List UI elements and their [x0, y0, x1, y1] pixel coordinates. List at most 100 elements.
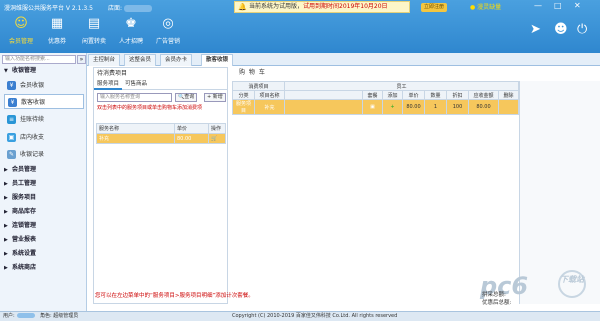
group-settings[interactable]: ▶ 系统设置 [0, 249, 86, 259]
cart-col-amount: 应收金额 [468, 90, 499, 100]
app-title: 漫洞维服公共服务平台 V 2.1.3.5 [4, 5, 93, 12]
query-button[interactable]: 🔍查询 [175, 93, 198, 102]
expand-icon: ▶ [4, 167, 8, 173]
bottom-hint: 您可以在左边菜单中的“服务项目>服务项目明细”添加计次套餐。 [95, 293, 254, 299]
consume-panel: 待消费项目 服务项目 可售商品 输入服务名称查询 🔍查询 + 新增 双击列表中的服… [93, 67, 228, 304]
target-icon: ◎ [162, 16, 174, 31]
nav-coupon[interactable]: ▦ 优惠券 [38, 14, 76, 45]
cart-title: 购 物 车 [239, 69, 266, 76]
group-member[interactable]: ▶ 会员管理 [0, 165, 86, 175]
cart-col-emp [284, 90, 363, 100]
status-role: 角色: 超级管理员 [40, 313, 79, 319]
sidebar-item-income[interactable]: ▣ 店内收支 [4, 130, 84, 145]
expand-icon: ▶ [4, 251, 8, 257]
status-bar: 用户: 角色: 超级管理员 Copyright (C) 2010-2019 百家… [0, 311, 600, 321]
minimize-button[interactable]: — [534, 1, 542, 10]
clip-icon: ≡ [7, 115, 16, 124]
cart-col-name: 项目名称 [254, 90, 285, 100]
user-name[interactable]: ● 漫灵缺量 [470, 2, 501, 11]
cart-col-add: 添加 [382, 90, 403, 100]
cart-col-pkg: 套餐 [362, 90, 383, 100]
sale-icon: ▤ [87, 16, 101, 31]
sidebar: 输入功能名称搜索... » ▼ 收银管理 ¥ 会员收银 ¥ 散客收银 ≡ 挂账待续 ▣ 店… [0, 53, 87, 311]
cart-col-qty: 数量 [424, 90, 447, 100]
group-service[interactable]: ▶ 服务项目 [0, 193, 86, 203]
store-label[interactable]: 店面: [108, 3, 153, 12]
collapse-icon: ▼ [4, 68, 8, 74]
group-chain[interactable]: ▶ 连锁管理 [0, 221, 86, 231]
add-button[interactable]: + 新增 [204, 93, 226, 102]
close-button[interactable]: ✕ [574, 1, 581, 10]
cart-col-del: 删除 [498, 90, 519, 100]
coupon-icon: ▦ [50, 16, 64, 31]
service-table: 服务名称 单价 操作 补充 80.00 🛒 [96, 123, 226, 144]
user-icon[interactable]: ☻ [554, 22, 568, 37]
sidebar-item-pending[interactable]: ≡ 挂账待续 [4, 112, 84, 127]
group-report[interactable]: ▶ 营业报表 [0, 235, 86, 245]
cart-side-panel [519, 81, 600, 304]
trial-notice: 🔔 当前系统为试用版，试用到期时间2019年10月20日 立即注册 [234, 1, 447, 13]
add-icon[interactable]: + [382, 99, 403, 115]
wallet-icon: ▣ [7, 133, 16, 142]
group-staff[interactable]: ▶ 员工管理 [0, 179, 86, 189]
tab-service[interactable]: 服务项目 [94, 79, 123, 90]
tab-guest-cashier[interactable]: 散客收银 [201, 54, 234, 66]
tab-console[interactable]: 主控制台 [88, 54, 121, 66]
status-copyright: Copyright (C) 2010-2019 百家佳又伟科技 Co.Ltd. … [232, 313, 398, 319]
expand-icon: ▶ [4, 237, 8, 243]
cart-panel: 购 物 车 消费项目 员工 分类 项目名称 套餐 添加 单价 数量 折扣 应收金额 删除 服务项目… [232, 67, 600, 304]
tab-card[interactable]: 会员办卡 [160, 54, 193, 66]
header-bar: 漫洞维服公共服务平台 V 2.1.3.5 店面: 🔔 当前系统为试用版，试用到期时… [0, 0, 600, 53]
sidebar-item-records[interactable]: ✎ 收银记录 [4, 147, 84, 162]
col-price: 单价 [174, 123, 209, 134]
nav-ads[interactable]: ◎ 广告营销 [149, 14, 187, 45]
sidebar-item-member-cashier[interactable]: ¥ 会员收银 [4, 78, 84, 93]
nav-recruit[interactable]: ♚ 人才招聘 [112, 14, 150, 45]
member-icon: ☺ [14, 16, 28, 31]
tab-goods[interactable]: 可售商品 [122, 79, 150, 90]
cart-col-discount: 折扣 [446, 90, 469, 100]
cart-icon[interactable]: 🛒 [208, 133, 226, 144]
expand-icon: ▶ [4, 265, 8, 271]
search-go-button[interactable]: » [77, 55, 86, 64]
cart-col-price: 单价 [402, 90, 425, 100]
send-icon[interactable]: ➤ [530, 22, 541, 37]
expand-icon: ▶ [4, 195, 8, 201]
col-name: 服务名称 [96, 123, 175, 134]
cashier-icon: ¥ [7, 81, 16, 90]
cart-table: 消费项目 员工 分类 项目名称 套餐 添加 单价 数量 折扣 应收金额 删除 服务项目 补充 ▣ +80… [232, 81, 519, 115]
power-icon[interactable]: ⏻ [577, 22, 587, 37]
tab-strip: 主控制台 这整会员 会员办卡 散客收银 [87, 53, 600, 66]
group-store[interactable]: ▶ 系统商店 [0, 263, 86, 273]
group-stock[interactable]: ▶ 商品库存 [0, 207, 86, 217]
cashier-icon: ¥ [8, 98, 17, 107]
cart-col-cat: 分类 [232, 90, 255, 100]
consume-title: 待消费项目 [97, 70, 128, 77]
record-icon: ✎ [7, 150, 16, 159]
total-label: 拼采总额: [482, 292, 506, 298]
nav-member-manage[interactable]: ☺ 会员管理 [2, 14, 40, 45]
delete-icon[interactable] [498, 99, 519, 115]
service-search-input[interactable]: 输入服务名称查询 [97, 93, 172, 102]
expand-icon: ▶ [4, 209, 8, 215]
cart-group-emp: 员工 [284, 81, 519, 91]
consume-hint: 双击列表中的服务项目或单击购物车添加消费项 [97, 105, 203, 111]
consume-search-row: 输入服务名称查询 🔍查询 + 新增 [94, 92, 227, 104]
group-cashier[interactable]: ▼ 收银管理 [0, 66, 86, 76]
sidebar-search-input[interactable]: 输入功能名称搜索... [2, 55, 76, 64]
register-button[interactable]: 立即注册 [420, 3, 447, 12]
package-icon[interactable]: ▣ [362, 99, 383, 115]
bell-icon: 🔔 [238, 3, 247, 11]
nav-resale[interactable]: ▤ 闲置转卖 [75, 14, 113, 45]
cart-group-item: 消费项目 [232, 81, 285, 91]
expand-icon: ▶ [4, 181, 8, 187]
expand-icon: ▶ [4, 223, 8, 229]
cart-row[interactable]: 服务项目 补充 ▣ +80.00 1 100 80.00 [232, 99, 519, 115]
consume-tabs: 服务项目 可售商品 [94, 79, 227, 90]
status-user: 用户: [3, 312, 35, 321]
tab-member[interactable]: 这整会员 [124, 54, 157, 66]
maximize-button[interactable]: □ [554, 1, 562, 10]
table-row[interactable]: 补充 80.00 🛒 [96, 133, 226, 144]
sidebar-item-guest-cashier[interactable]: ¥ 散客收银 [4, 94, 84, 109]
discount-total-label: 优惠后总额: [482, 300, 512, 306]
